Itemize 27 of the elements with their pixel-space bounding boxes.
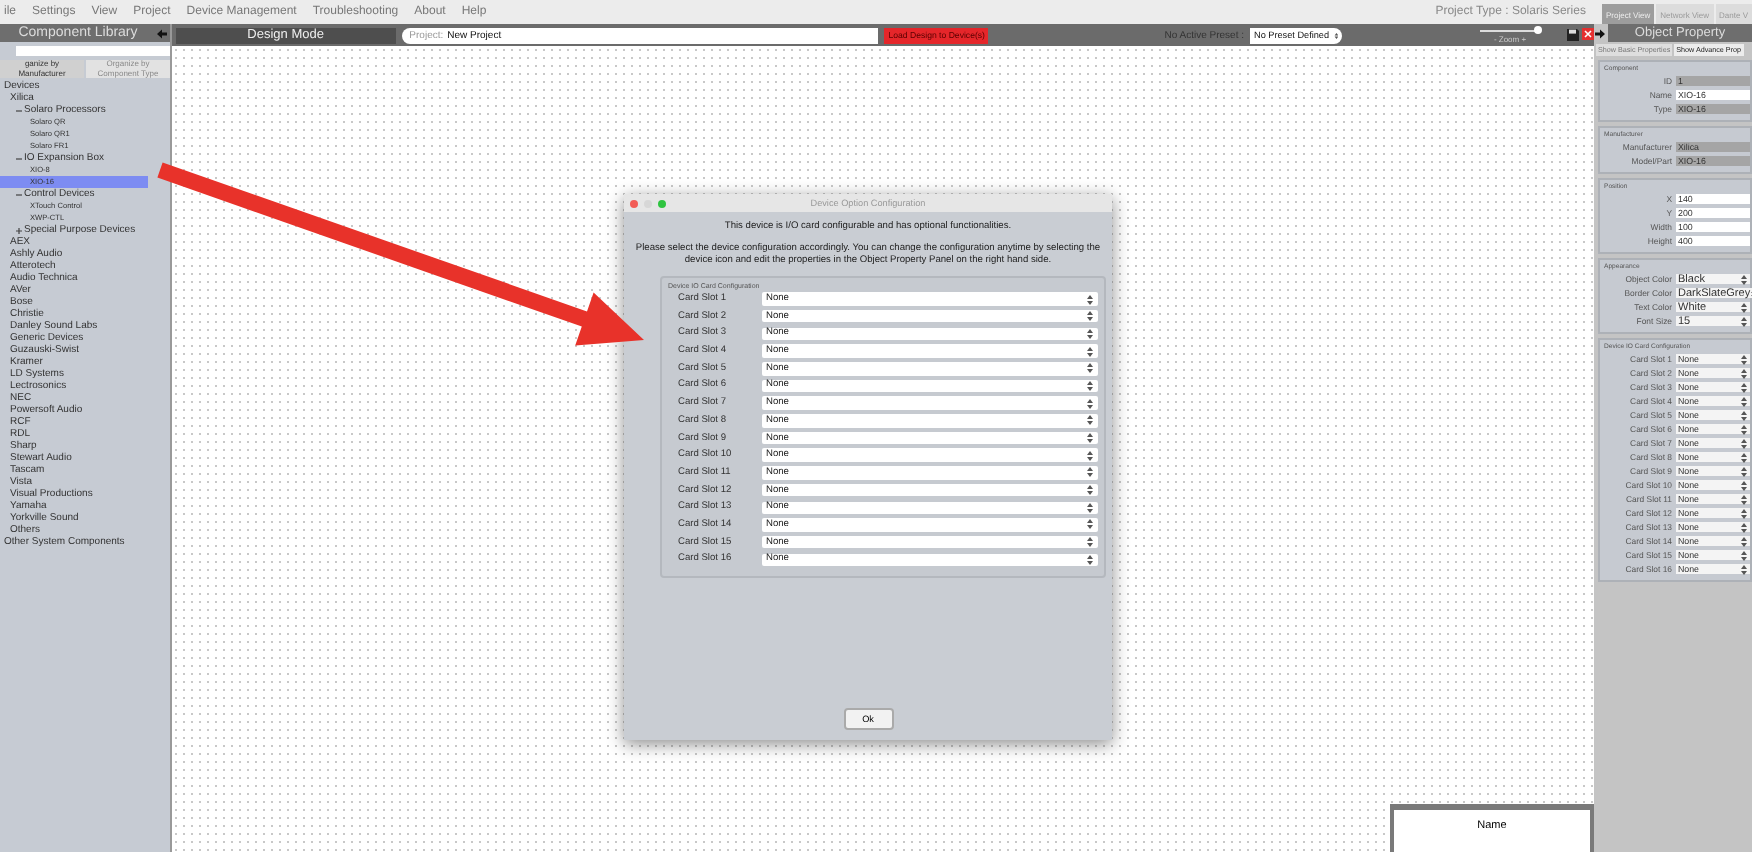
stepper-arrows-icon bbox=[1333, 29, 1338, 41]
stepper-arrows-icon bbox=[1086, 397, 1094, 410]
save-icon[interactable] bbox=[1566, 28, 1580, 42]
collapse-icon[interactable] bbox=[16, 155, 22, 161]
stepper-arrows-icon bbox=[1086, 379, 1094, 392]
stepper-arrows-icon bbox=[1086, 536, 1094, 549]
collapse-icon[interactable] bbox=[16, 107, 22, 113]
stepper-arrows-icon bbox=[1086, 466, 1094, 479]
stepper-arrows-icon bbox=[1086, 414, 1094, 427]
stepper-arrows-icon bbox=[1086, 293, 1094, 306]
collapse-icon[interactable] bbox=[16, 191, 22, 197]
stepper-arrows-icon bbox=[1086, 432, 1094, 445]
stepper-arrows-icon bbox=[1086, 518, 1094, 531]
close-button[interactable] bbox=[630, 199, 638, 207]
collapse-arrow-icon[interactable] bbox=[1594, 27, 1606, 39]
stepper-arrows-icon bbox=[1086, 362, 1094, 375]
stepper-arrows-icon bbox=[1086, 484, 1094, 497]
stepper-arrows-icon bbox=[1086, 553, 1094, 566]
stepper-arrows-icon bbox=[1740, 273, 1748, 285]
expand-icon[interactable] bbox=[16, 227, 22, 233]
stepper-arrows-icon bbox=[1086, 449, 1094, 462]
stepper-arrows-icon bbox=[1086, 327, 1094, 340]
stepper-arrows-icon bbox=[1086, 310, 1094, 323]
close-icon[interactable] bbox=[1582, 28, 1594, 40]
slider-thumb[interactable] bbox=[1533, 26, 1541, 34]
stepper-arrows-icon bbox=[1086, 345, 1094, 358]
stepper-arrows-icon bbox=[1086, 501, 1094, 514]
